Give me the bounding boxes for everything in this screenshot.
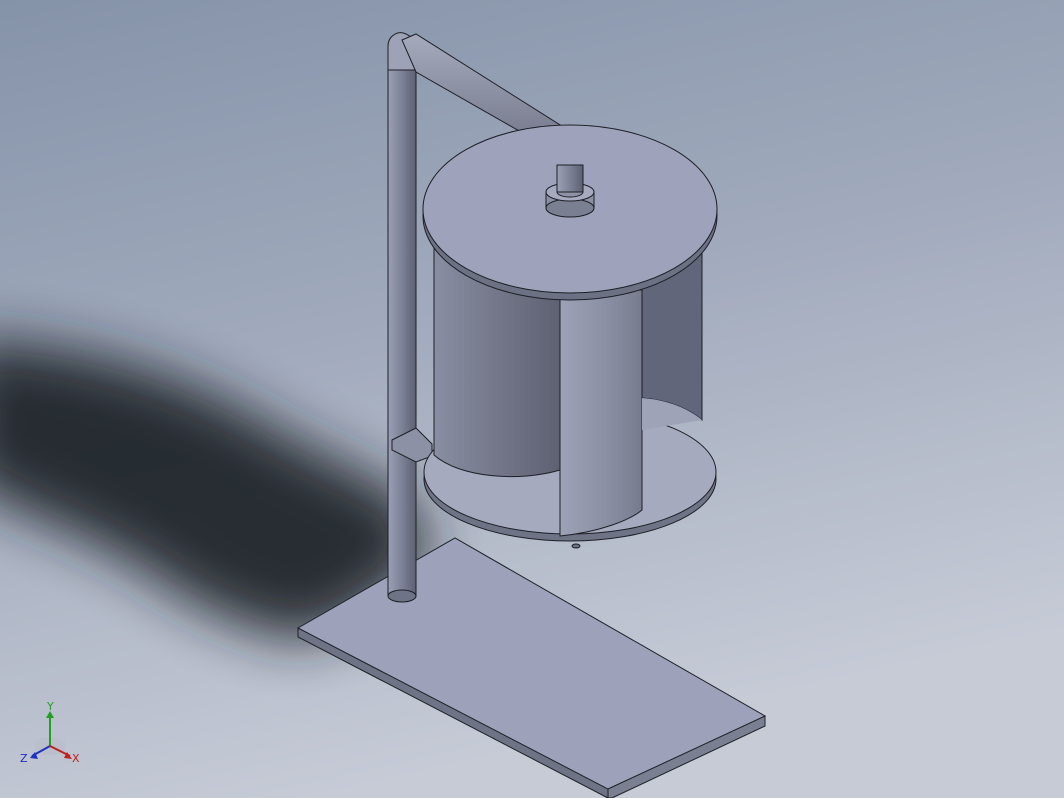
model-view[interactable] — [0, 0, 1064, 798]
bottom-pin — [571, 543, 581, 549]
orientation-triad[interactable]: Y X Z — [18, 702, 88, 772]
y-axis-label: Y — [46, 702, 54, 713]
x-axis-label: X — [72, 752, 80, 765]
z-axis-label: Z — [20, 752, 28, 765]
cad-graphics-area[interactable]: Y X Z — [0, 0, 1064, 798]
